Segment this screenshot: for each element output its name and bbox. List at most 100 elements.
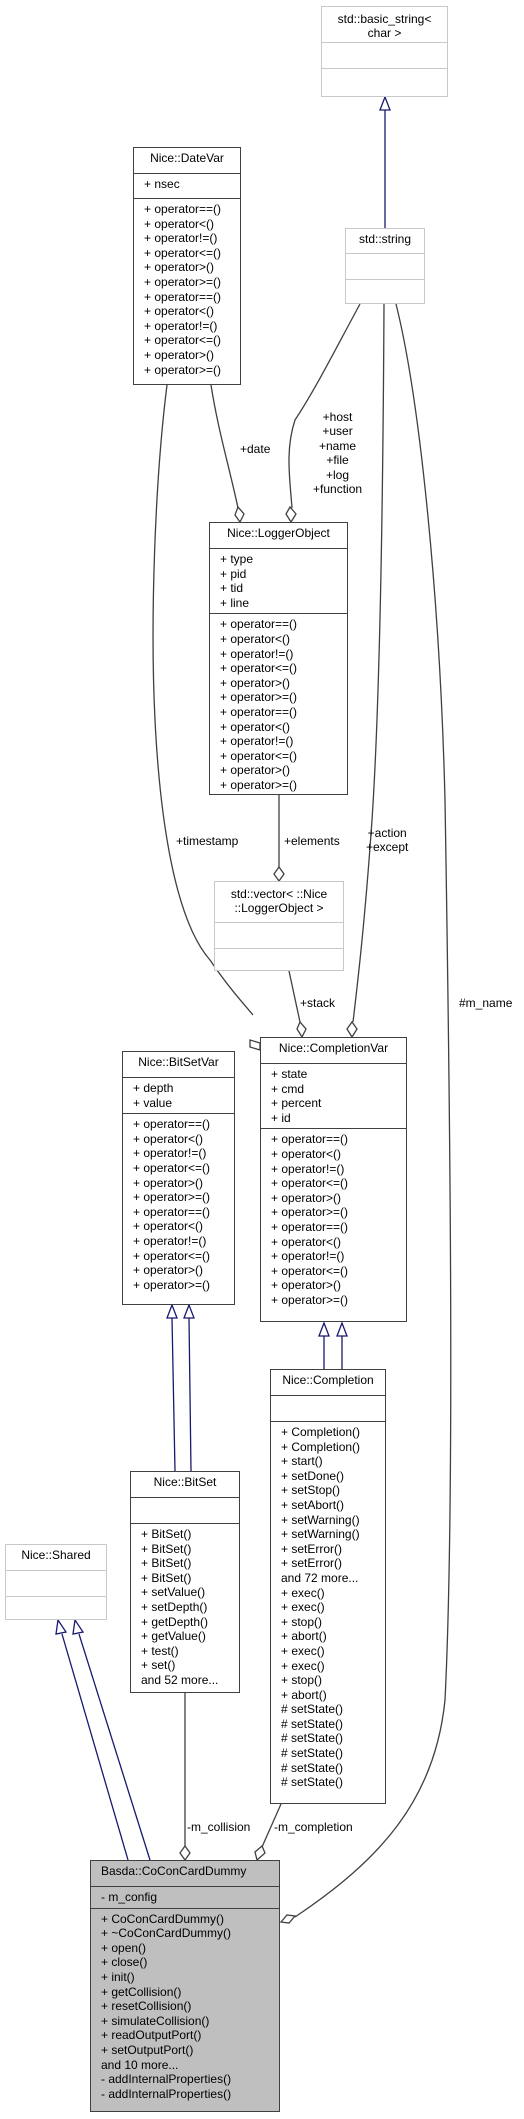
class-method[interactable]: + setOutputPort() <box>101 2043 269 2058</box>
class-method[interactable]: - addInternalProperties() <box>101 2087 269 2102</box>
class-method[interactable]: + operator!=() <box>271 1249 396 1264</box>
class-method[interactable]: + operator>=() <box>133 1278 224 1293</box>
class-attribute[interactable]: + cmd <box>271 1082 396 1097</box>
class-method[interactable]: + setWarning() <box>281 1527 375 1542</box>
class-method[interactable]: + operator<() <box>271 1147 396 1162</box>
class-method[interactable]: # setState() <box>281 1746 375 1761</box>
class-method[interactable]: + exec() <box>281 1600 375 1615</box>
class-method[interactable]: + operator>=() <box>220 690 337 705</box>
class-method[interactable]: + operator<() <box>133 1132 224 1147</box>
class-method[interactable]: + readOutputPort() <box>101 2028 269 2043</box>
class-method[interactable]: + operator>() <box>144 260 230 275</box>
class-method[interactable]: + operator==() <box>133 1205 224 1220</box>
class-method[interactable]: + operator>=() <box>220 778 337 793</box>
class-method[interactable]: + operator<() <box>144 304 230 319</box>
class-method[interactable]: + close() <box>101 1955 269 1970</box>
class-vector-loggerobject[interactable]: std::vector< ::Nice ::LoggerObject > <box>214 881 344 971</box>
class-method[interactable]: + BitSet() <box>141 1571 229 1586</box>
class-method[interactable]: + operator<() <box>144 217 230 232</box>
class-method[interactable]: + init() <box>101 1970 269 1985</box>
class-method[interactable]: + operator<=() <box>144 333 230 348</box>
class-method[interactable]: # setState() <box>281 1761 375 1776</box>
class-method[interactable]: + operator>() <box>133 1263 224 1278</box>
class-method[interactable]: # setState() <box>281 1702 375 1717</box>
class-method[interactable]: + operator!=() <box>220 647 337 662</box>
class-method[interactable]: + operator<=() <box>133 1161 224 1176</box>
class-method[interactable]: + exec() <box>281 1586 375 1601</box>
class-method[interactable]: + operator<() <box>271 1235 396 1250</box>
class-method[interactable]: + operator!=() <box>144 231 230 246</box>
class-method[interactable]: + getCollision() <box>101 1985 269 2000</box>
class-method[interactable]: + operator>() <box>220 763 337 778</box>
class-method[interactable]: + Completion() <box>281 1440 375 1455</box>
class-method[interactable]: + operator==() <box>144 290 230 305</box>
class-method[interactable]: + abort() <box>281 1688 375 1703</box>
class-method[interactable]: + operator!=() <box>144 319 230 334</box>
class-method[interactable]: + operator>() <box>144 348 230 363</box>
class-method[interactable]: + open() <box>101 1941 269 1956</box>
class-method[interactable]: + stop() <box>281 1673 375 1688</box>
class-method[interactable]: and 72 more... <box>281 1571 375 1586</box>
class-method[interactable]: + simulateCollision() <box>101 2014 269 2029</box>
class-method[interactable]: + operator==() <box>133 1117 224 1132</box>
class-method[interactable]: and 52 more... <box>141 1673 229 1688</box>
class-method[interactable]: + operator<() <box>133 1219 224 1234</box>
class-method[interactable]: + test() <box>141 1644 229 1659</box>
class-method[interactable]: + stop() <box>281 1615 375 1630</box>
class-method[interactable]: + operator>=() <box>144 275 230 290</box>
class-method[interactable]: + operator!=() <box>133 1234 224 1249</box>
class-attribute[interactable]: - m_config <box>101 1890 269 1905</box>
class-attribute[interactable]: + state <box>271 1067 396 1082</box>
class-method[interactable]: + operator<=() <box>133 1249 224 1264</box>
class-method[interactable]: + operator>=() <box>271 1205 396 1220</box>
class-method[interactable]: + CoConCardDummy() <box>101 1912 269 1927</box>
class-method[interactable]: # setState() <box>281 1775 375 1790</box>
class-method[interactable]: + operator<=() <box>220 661 337 676</box>
class-std-string[interactable]: std::string <box>345 228 425 304</box>
class-method[interactable]: + operator<() <box>220 632 337 647</box>
class-method[interactable]: + operator>() <box>220 676 337 691</box>
class-method[interactable]: + operator>() <box>133 1176 224 1191</box>
class-method[interactable]: + operator>=() <box>133 1190 224 1205</box>
class-bitsetvar[interactable]: Nice::BitSetVar + depth + value + operato… <box>122 1051 235 1305</box>
class-method[interactable]: + operator!=() <box>133 1146 224 1161</box>
class-method[interactable]: + setWarning() <box>281 1513 375 1528</box>
class-attribute[interactable]: + nsec <box>144 177 230 192</box>
class-method[interactable]: - addInternalProperties() <box>101 2072 269 2087</box>
class-completion[interactable]: Nice::Completion + Completion() + Complet… <box>270 1369 386 1804</box>
class-method[interactable]: + operator==() <box>271 1132 396 1147</box>
class-method[interactable]: + Completion() <box>281 1425 375 1440</box>
class-attribute[interactable]: + id <box>271 1111 396 1126</box>
class-method[interactable]: + setError() <box>281 1542 375 1557</box>
class-method[interactable]: + setValue() <box>141 1585 229 1600</box>
class-method[interactable]: # setState() <box>281 1731 375 1746</box>
class-method[interactable]: + operator==() <box>271 1220 396 1235</box>
class-method[interactable]: + resetCollision() <box>101 1999 269 2014</box>
class-method[interactable]: + setStop() <box>281 1483 375 1498</box>
class-method[interactable]: + getDepth() <box>141 1615 229 1630</box>
class-datevar[interactable]: Nice::DateVar + nsec + operator==() + ope… <box>133 147 241 385</box>
class-method[interactable]: + BitSet() <box>141 1556 229 1571</box>
class-method[interactable]: + setDone() <box>281 1469 375 1484</box>
class-method[interactable]: + setError() <box>281 1556 375 1571</box>
class-method[interactable]: + operator<=() <box>271 1176 396 1191</box>
class-coconcarddummy[interactable]: Basda::CoConCardDummy - m_config + CoCon… <box>90 1860 280 2112</box>
class-method[interactable]: + exec() <box>281 1659 375 1674</box>
class-method[interactable]: + operator==() <box>144 202 230 217</box>
class-attribute[interactable]: + pid <box>220 567 337 582</box>
class-method[interactable]: + exec() <box>281 1644 375 1659</box>
class-method[interactable]: + start() <box>281 1454 375 1469</box>
class-method[interactable]: + operator<() <box>220 720 337 735</box>
class-loggerobject[interactable]: Nice::LoggerObject + type + pid + tid + lin… <box>209 522 348 795</box>
class-completionvar[interactable]: Nice::CompletionVar + state + cmd + percen… <box>260 1037 407 1322</box>
class-attribute[interactable]: + tid <box>220 581 337 596</box>
class-bitset[interactable]: Nice::BitSet + BitSet() + BitSet() + BitSe… <box>130 1471 240 1693</box>
class-method[interactable]: + operator>=() <box>271 1293 396 1308</box>
class-method[interactable]: + operator==() <box>220 617 337 632</box>
class-method[interactable]: + operator<=() <box>144 246 230 261</box>
class-method[interactable]: + operator==() <box>220 705 337 720</box>
class-method[interactable]: + operator!=() <box>271 1162 396 1177</box>
class-method[interactable]: + set() <box>141 1658 229 1673</box>
class-attribute[interactable]: + depth <box>133 1081 224 1096</box>
class-method[interactable]: + BitSet() <box>141 1542 229 1557</box>
